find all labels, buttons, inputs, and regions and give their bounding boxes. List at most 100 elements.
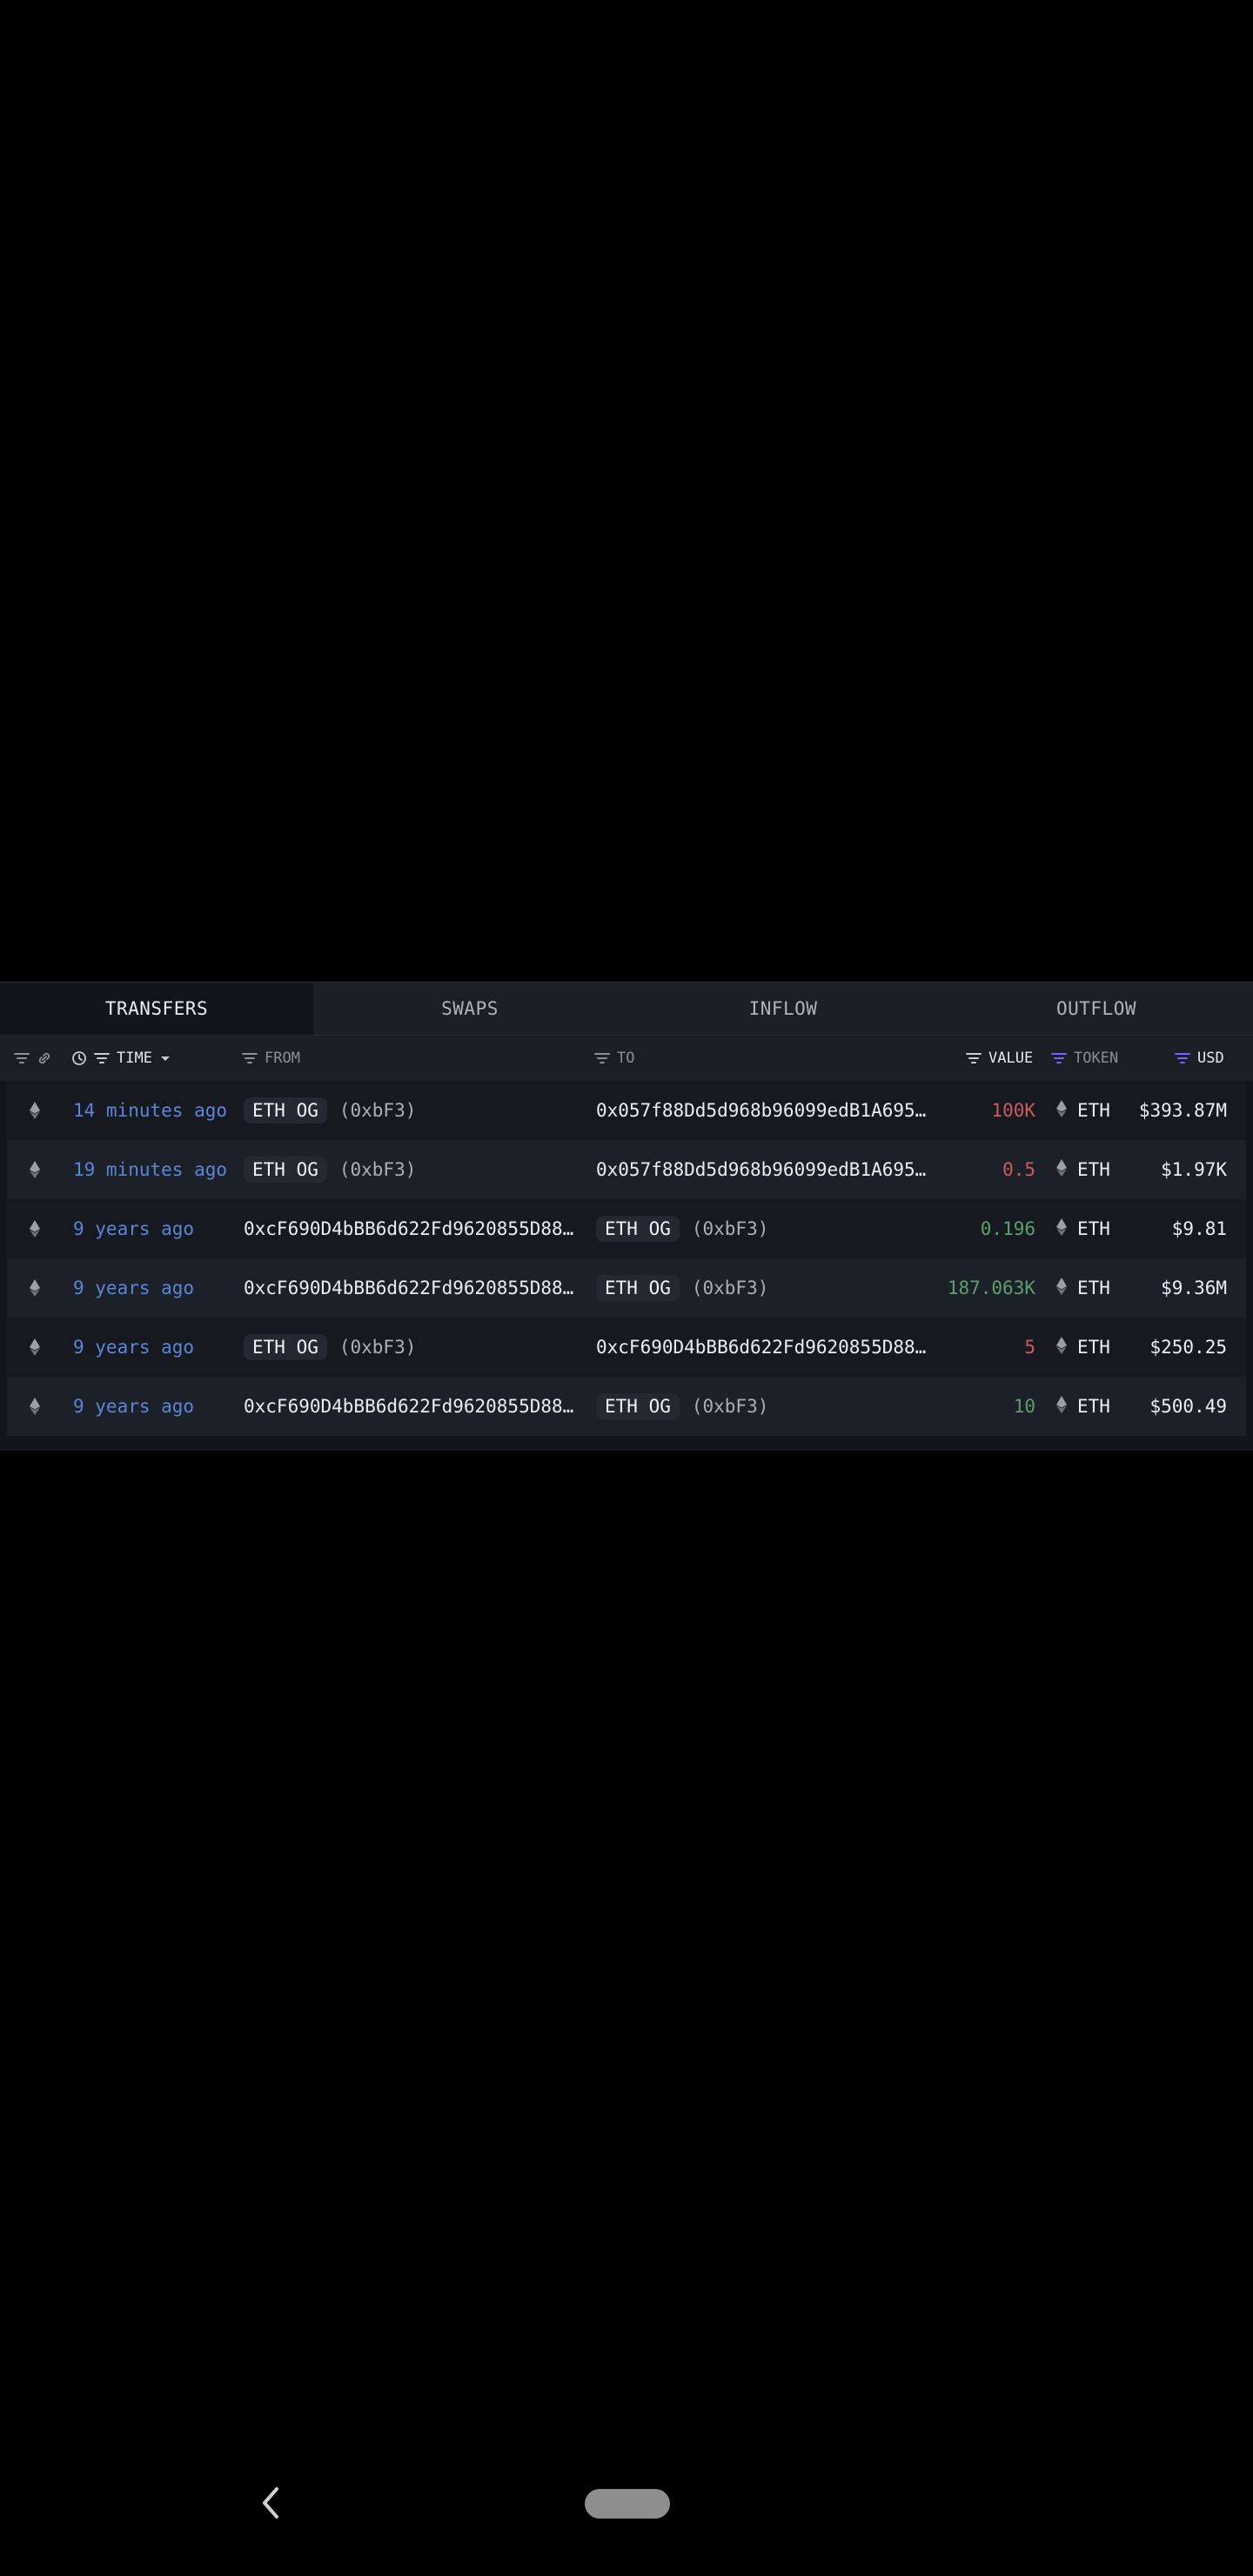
header-to-label: TO bbox=[617, 1050, 635, 1067]
tab-transfers[interactable]: TRANSFERS bbox=[0, 983, 313, 1035]
row-token[interactable]: ETH bbox=[1056, 1377, 1110, 1436]
row-to[interactable]: ETH OG (0xbF3) bbox=[596, 1199, 768, 1258]
token-symbol: ETH bbox=[1077, 1396, 1110, 1417]
table-row[interactable]: 9 years ago 0xcF690D4bBB6d622Fd9620855D88… bbox=[7, 1377, 1246, 1436]
entity-tag[interactable]: ETH OG bbox=[244, 1157, 327, 1183]
row-value: 0.196 bbox=[980, 1218, 1035, 1239]
transfers-panel: TRANSFERS SWAPS INFLOW OUTFLOW TIME FROM… bbox=[0, 982, 1253, 1451]
entity-tag[interactable]: ETH OG bbox=[596, 1216, 680, 1242]
eth-icon bbox=[1056, 1158, 1067, 1181]
token-symbol: ETH bbox=[1077, 1337, 1110, 1358]
eth-icon bbox=[30, 1199, 40, 1258]
token-symbol: ETH bbox=[1077, 1159, 1110, 1180]
eth-icon bbox=[1056, 1099, 1067, 1122]
header-icons bbox=[14, 1036, 52, 1081]
row-to[interactable]: 0xcF690D4bBB6d622Fd9620855D88… bbox=[596, 1318, 926, 1377]
row-usd: $1.97K bbox=[1161, 1159, 1227, 1180]
header-value[interactable]: VALUE bbox=[966, 1036, 1033, 1081]
header-usd-label: USD bbox=[1197, 1050, 1224, 1067]
tab-bar: TRANSFERS SWAPS INFLOW OUTFLOW bbox=[0, 983, 1253, 1035]
row-token[interactable]: ETH bbox=[1056, 1318, 1110, 1377]
row-usd: $9.36M bbox=[1161, 1278, 1227, 1298]
short-address: (0xbF3) bbox=[691, 1278, 769, 1298]
row-time[interactable]: 19 minutes ago bbox=[73, 1140, 227, 1199]
token-symbol: ETH bbox=[1077, 1100, 1110, 1121]
header-time-label: TIME bbox=[117, 1050, 152, 1067]
eth-icon bbox=[1056, 1336, 1067, 1358]
row-time[interactable]: 9 years ago bbox=[73, 1199, 194, 1258]
filter-icon[interactable] bbox=[1175, 1052, 1190, 1064]
filter-icon[interactable] bbox=[242, 1052, 258, 1064]
row-value: 187.063K bbox=[947, 1278, 1035, 1298]
tab-swaps[interactable]: SWAPS bbox=[313, 983, 626, 1035]
back-chevron-icon[interactable] bbox=[258, 2485, 284, 2520]
row-value: 0.5 bbox=[1002, 1159, 1035, 1180]
filter-icon[interactable] bbox=[966, 1052, 982, 1064]
row-value: 10 bbox=[1013, 1396, 1035, 1417]
row-token[interactable]: ETH bbox=[1056, 1140, 1110, 1199]
table-row[interactable]: 9 years ago 0xcF690D4bBB6d622Fd9620855D88… bbox=[7, 1258, 1246, 1318]
row-usd: $393.87M bbox=[1138, 1100, 1227, 1121]
row-to[interactable]: ETH OG (0xbF3) bbox=[596, 1377, 768, 1436]
home-pill[interactable] bbox=[585, 2489, 670, 2519]
tab-outflow[interactable]: OUTFLOW bbox=[940, 983, 1253, 1035]
entity-tag[interactable]: ETH OG bbox=[244, 1334, 327, 1360]
header-value-label: VALUE bbox=[988, 1050, 1034, 1067]
entity-tag[interactable]: ETH OG bbox=[596, 1275, 680, 1301]
row-to[interactable]: 0x057f88Dd5d968b96099edB1A695… bbox=[596, 1081, 926, 1140]
header-to[interactable]: TO bbox=[594, 1036, 634, 1081]
table-row[interactable]: 14 minutes ago ETH OG (0xbF3) 0x057f88Dd5d9… bbox=[7, 1081, 1246, 1140]
transfers-table-body: 14 minutes ago ETH OG (0xbF3) 0x057f88Dd5d9… bbox=[0, 1081, 1253, 1436]
eth-icon bbox=[30, 1318, 40, 1377]
eth-icon bbox=[30, 1258, 40, 1318]
row-from[interactable]: 0xcF690D4bBB6d622Fd9620855D88… bbox=[244, 1377, 573, 1436]
row-from[interactable]: ETH OG (0xbF3) bbox=[244, 1140, 416, 1199]
eth-icon bbox=[30, 1081, 40, 1140]
header-from-label: FROM bbox=[265, 1050, 300, 1067]
link-icon[interactable] bbox=[37, 1050, 52, 1066]
row-to[interactable]: ETH OG (0xbF3) bbox=[596, 1258, 768, 1318]
row-time[interactable]: 9 years ago bbox=[73, 1258, 194, 1318]
table-header: TIME FROM TO VALUE TOKEN USD bbox=[0, 1035, 1253, 1081]
row-usd: $9.81 bbox=[1171, 1218, 1227, 1239]
filter-icon[interactable] bbox=[94, 1052, 110, 1064]
row-time[interactable]: 9 years ago bbox=[73, 1377, 194, 1436]
short-address: (0xbF3) bbox=[691, 1218, 769, 1239]
table-row[interactable]: 9 years ago 0xcF690D4bBB6d622Fd9620855D88… bbox=[7, 1199, 1246, 1258]
row-from[interactable]: ETH OG (0xbF3) bbox=[244, 1081, 416, 1140]
short-address: (0xbF3) bbox=[338, 1100, 417, 1121]
header-time[interactable]: TIME bbox=[71, 1036, 171, 1081]
table-row[interactable]: 19 minutes ago ETH OG (0xbF3) 0x057f88Dd5d9… bbox=[7, 1140, 1246, 1199]
filter-icon[interactable] bbox=[1051, 1052, 1067, 1064]
filter-icon[interactable] bbox=[14, 1052, 30, 1064]
row-usd: $500.49 bbox=[1149, 1396, 1227, 1417]
filter-icon[interactable] bbox=[594, 1052, 610, 1064]
clock-icon bbox=[71, 1050, 87, 1066]
row-value: 5 bbox=[1024, 1337, 1035, 1358]
row-from[interactable]: ETH OG (0xbF3) bbox=[244, 1318, 416, 1377]
row-from[interactable]: 0xcF690D4bBB6d622Fd9620855D88… bbox=[244, 1199, 573, 1258]
token-symbol: ETH bbox=[1077, 1278, 1110, 1298]
row-from[interactable]: 0xcF690D4bBB6d622Fd9620855D88… bbox=[244, 1258, 573, 1318]
row-value: 100K bbox=[991, 1100, 1035, 1121]
header-usd[interactable]: USD bbox=[1175, 1036, 1224, 1081]
eth-icon bbox=[30, 1377, 40, 1436]
entity-tag[interactable]: ETH OG bbox=[244, 1097, 327, 1124]
short-address: (0xbF3) bbox=[691, 1396, 769, 1417]
eth-icon bbox=[1056, 1218, 1067, 1240]
eth-icon bbox=[1056, 1395, 1067, 1418]
short-address: (0xbF3) bbox=[338, 1159, 417, 1180]
row-token[interactable]: ETH bbox=[1056, 1081, 1110, 1140]
row-time[interactable]: 9 years ago bbox=[73, 1318, 194, 1377]
row-time[interactable]: 14 minutes ago bbox=[73, 1081, 227, 1140]
row-to[interactable]: 0x057f88Dd5d968b96099edB1A695… bbox=[596, 1140, 926, 1199]
row-usd: $250.25 bbox=[1149, 1337, 1227, 1358]
eth-icon bbox=[1056, 1277, 1067, 1299]
row-token[interactable]: ETH bbox=[1056, 1199, 1110, 1258]
row-token[interactable]: ETH bbox=[1056, 1258, 1110, 1318]
table-row[interactable]: 9 years ago ETH OG (0xbF3) 0xcF690D4bBB6d62… bbox=[7, 1318, 1246, 1377]
header-token[interactable]: TOKEN bbox=[1051, 1036, 1118, 1081]
header-from[interactable]: FROM bbox=[242, 1036, 300, 1081]
entity-tag[interactable]: ETH OG bbox=[596, 1393, 680, 1419]
tab-inflow[interactable]: INFLOW bbox=[626, 983, 940, 1035]
